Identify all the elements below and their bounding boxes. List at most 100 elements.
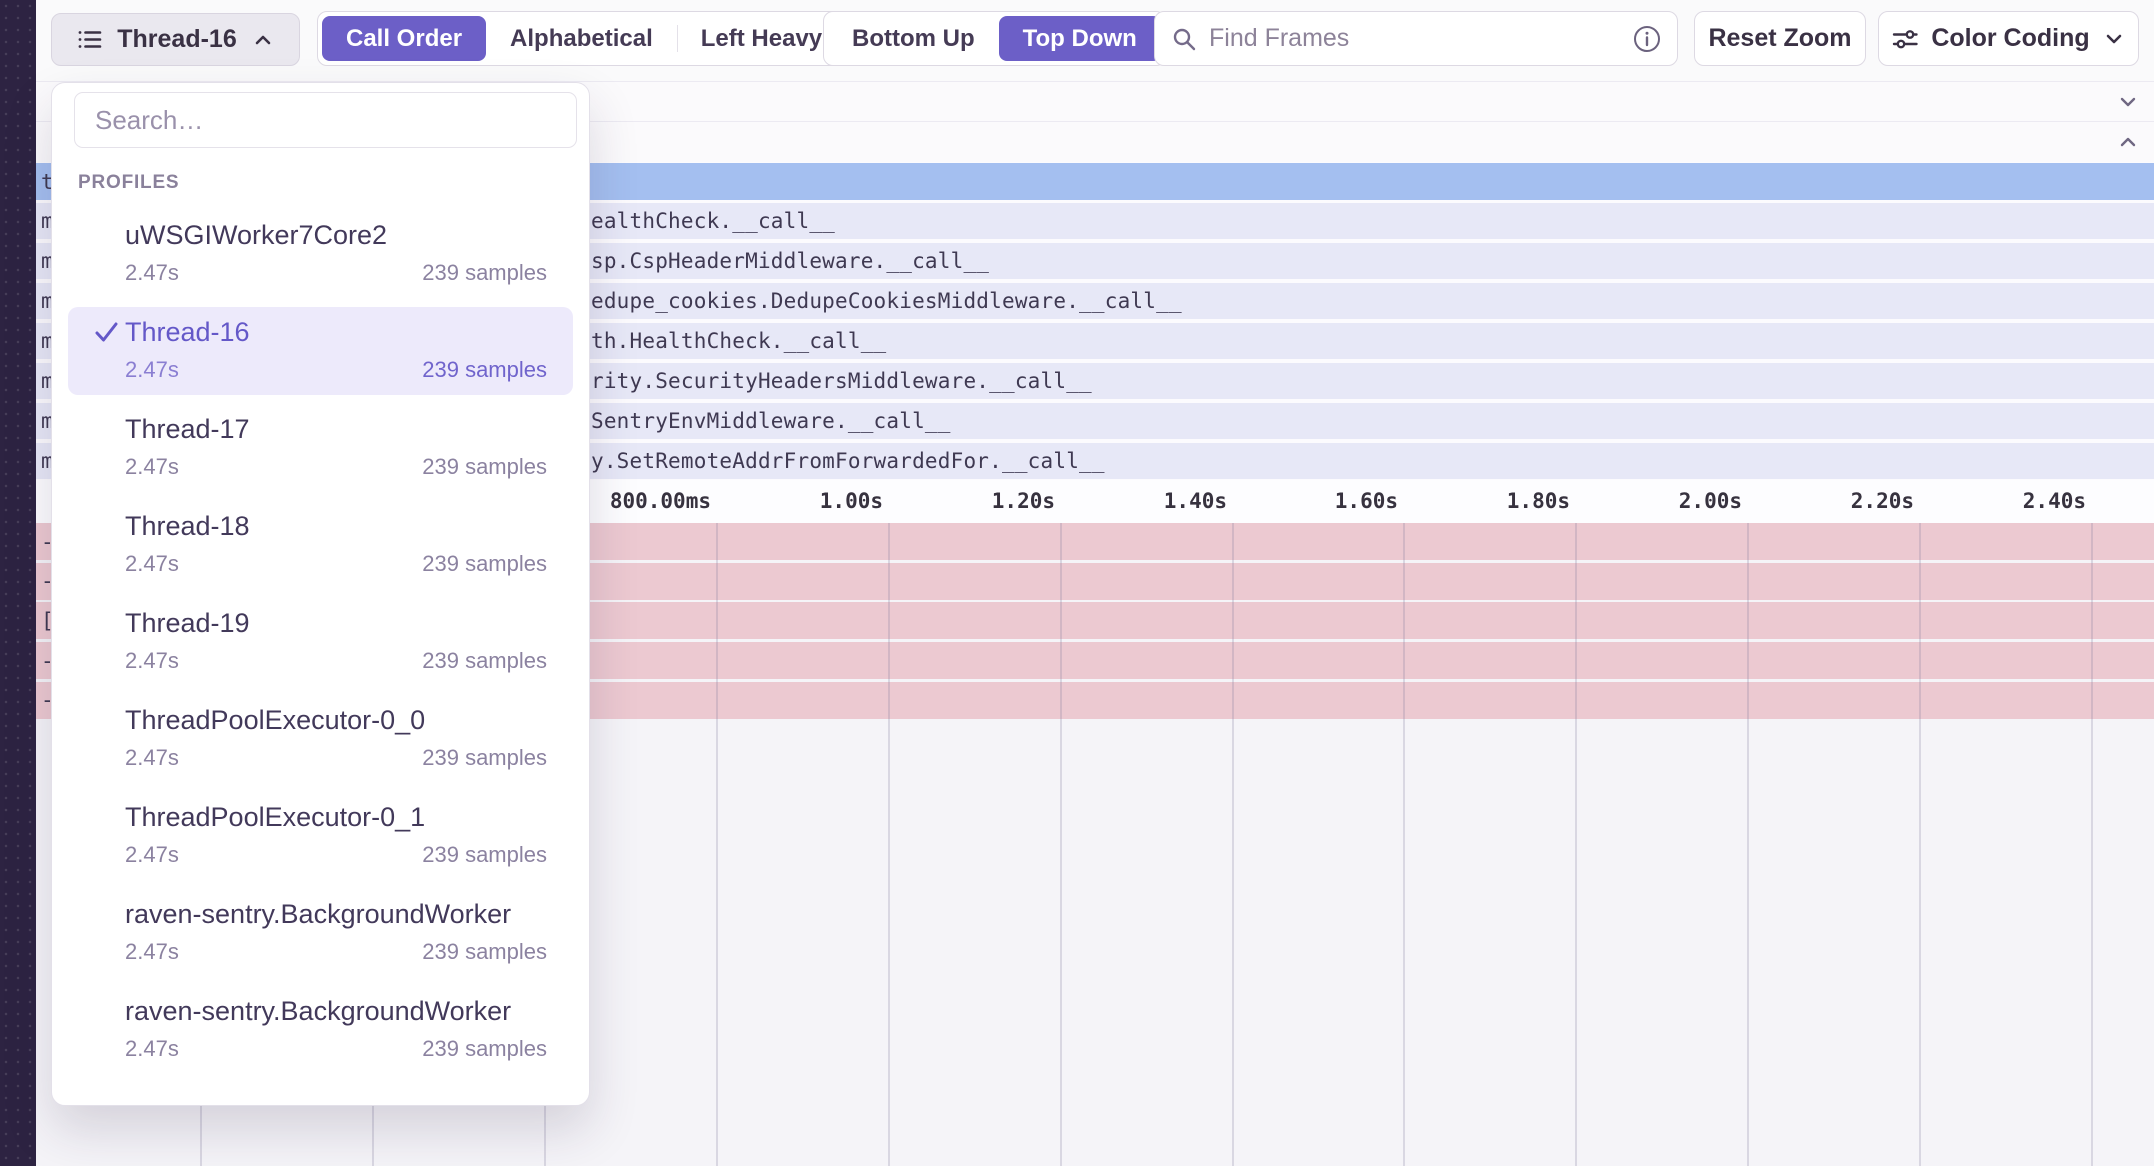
profile-duration: 2.47s [125,648,179,674]
profile-duration: 2.47s [125,745,179,771]
profile-name: ThreadPoolExecutor-0_1 [125,802,425,833]
toolbar: Thread-16 Call Order Alphabetical Left H… [36,0,2154,82]
view-mode-option[interactable]: Top Down [999,16,1161,61]
checkmark-icon [88,222,125,249]
flame-bar-function-name: edupe_cookies.DedupeCookiesMiddleware.__… [591,289,1182,313]
flame-bar-function-name: th.HealthCheck.__call__ [591,329,886,353]
checkmark-icon [88,804,125,831]
reset-zoom-label: Reset Zoom [1708,24,1851,53]
profile-list-item[interactable]: ThreadPoolExecutor-0_1 2.47s 239 samples [68,792,573,880]
time-gridline [1575,523,1577,1166]
time-gridline [1403,523,1405,1166]
sort-mode-option[interactable]: Call Order [322,16,486,61]
search-icon [1171,26,1197,52]
list-icon [76,26,103,53]
sort-mode-option[interactable]: Alphabetical [486,16,677,61]
profile-name: Thread-17 [125,414,250,445]
checkmark-icon [88,610,125,637]
chevron-down-icon[interactable] [2116,90,2140,114]
view-mode-segmented-control: Bottom Up Top Down [823,11,1166,66]
chevron-down-icon [2102,27,2126,51]
profile-list-item[interactable]: Thread-19 2.47s 239 samples [68,598,573,686]
time-gridline [1232,523,1234,1166]
time-axis-tick-label: 2.40s [1916,489,2086,513]
checkmark-icon [88,513,125,540]
profiles-section-label: PROFILES [78,172,589,194]
profile-name: uWSGIWorker7Core2 [125,220,387,251]
info-icon[interactable] [1633,25,1661,53]
app-sidebar-edge [0,0,36,1166]
find-frames-input[interactable] [1207,23,1623,54]
thread-selector-button[interactable]: Thread-16 [51,13,300,66]
profile-sample-count: 239 samples [422,454,547,480]
profile-list-item[interactable]: Thread-16 2.47s 239 samples [68,307,573,395]
dropdown-search-box[interactable] [74,92,577,148]
checkmark-icon [88,319,125,346]
chevron-up-icon[interactable] [2116,130,2140,154]
checkmark-icon [88,416,125,443]
profile-sample-count: 239 samples [422,1036,547,1062]
profile-sample-count: 239 samples [422,939,547,965]
time-axis-tick-label: 1.20s [885,489,1055,513]
profile-duration: 2.47s [125,842,179,868]
profile-duration: 2.47s [125,260,179,286]
profile-sample-count: 239 samples [422,260,547,286]
profile-name: ThreadPoolExecutor-0_0 [125,705,425,736]
profile-name: raven-sentry.BackgroundWorker [125,996,511,1027]
profile-name: Thread-18 [125,511,250,542]
profile-duration: 2.47s [125,357,179,383]
time-gridline [2091,523,2093,1166]
time-gridline [1060,523,1062,1166]
profile-list-item[interactable]: Thread-17 2.47s 239 samples [68,404,573,492]
profiler-flamegraph-screen: t m ealthCheck.__call__ m sp.CspHeaderMi… [0,0,2154,1166]
profile-sample-count: 239 samples [422,357,547,383]
profile-duration: 2.47s [125,1036,179,1062]
color-coding-button[interactable]: Color Coding [1878,11,2139,66]
flame-bar-function-name: y.SetRemoteAddrFromForwardedFor.__call__ [591,449,1105,473]
checkmark-icon [88,901,125,928]
profile-list-item[interactable]: Thread-18 2.47s 239 samples [68,501,573,589]
time-gridline [1919,523,1921,1166]
time-axis-tick-label: 2.20s [1744,489,1914,513]
profile-sample-count: 239 samples [422,551,547,577]
time-gridline [1747,523,1749,1166]
profile-name: Thread-19 [125,608,250,639]
color-coding-label: Color Coding [1931,24,2089,53]
checkmark-icon [88,998,125,1025]
thread-selector-label: Thread-16 [117,25,236,54]
profile-list-item[interactable]: raven-sentry.BackgroundWorker 2.47s 239 … [68,986,573,1074]
flame-bar-function-name: SentryEnvMiddleware.__call__ [591,409,951,433]
sort-mode-option[interactable]: Left Heavy [677,16,846,61]
flame-bar-function-name: rity.SecurityHeadersMiddleware.__call__ [591,369,1092,393]
profiles-list: uWSGIWorker7Core2 2.47s 239 samples Thre… [52,210,589,1074]
reset-zoom-button[interactable]: Reset Zoom [1694,11,1866,66]
sort-mode-segmented-control: Call Order Alphabetical Left Heavy [317,11,851,66]
flame-bar-function-name: ealthCheck.__call__ [591,209,835,233]
checkmark-icon [88,707,125,734]
profile-duration: 2.47s [125,551,179,577]
dropdown-search-input[interactable] [93,104,558,137]
profile-list-item[interactable]: ThreadPoolExecutor-0_0 2.47s 239 samples [68,695,573,783]
sliders-icon [1891,25,1919,53]
view-mode-option[interactable]: Bottom Up [828,16,999,61]
time-axis-tick-label: 1.00s [713,489,883,513]
time-axis-tick-label: 1.60s [1228,489,1398,513]
time-axis-tick-label: 1.80s [1400,489,1570,513]
time-axis-tick-label: 1.40s [1057,489,1227,513]
chevron-up-icon [251,28,275,52]
profile-list-item[interactable]: raven-sentry.BackgroundWorker 2.47s 239 … [68,889,573,977]
time-gridline [888,523,890,1166]
flame-bar-function-name: sp.CspHeaderMiddleware.__call__ [591,249,989,273]
time-axis-tick-label: 2.00s [1572,489,1742,513]
find-frames-search[interactable] [1154,11,1678,66]
profile-duration: 2.47s [125,454,179,480]
profiles-dropdown: PROFILES uWSGIWorker7Core2 2.47s 239 sam… [51,82,590,1106]
profile-duration: 2.47s [125,939,179,965]
profile-sample-count: 239 samples [422,842,547,868]
time-gridline [716,523,718,1166]
profile-sample-count: 239 samples [422,648,547,674]
profile-name: raven-sentry.BackgroundWorker [125,899,511,930]
profile-list-item[interactable]: uWSGIWorker7Core2 2.47s 239 samples [68,210,573,298]
profile-sample-count: 239 samples [422,745,547,771]
profile-name: Thread-16 [125,317,250,348]
